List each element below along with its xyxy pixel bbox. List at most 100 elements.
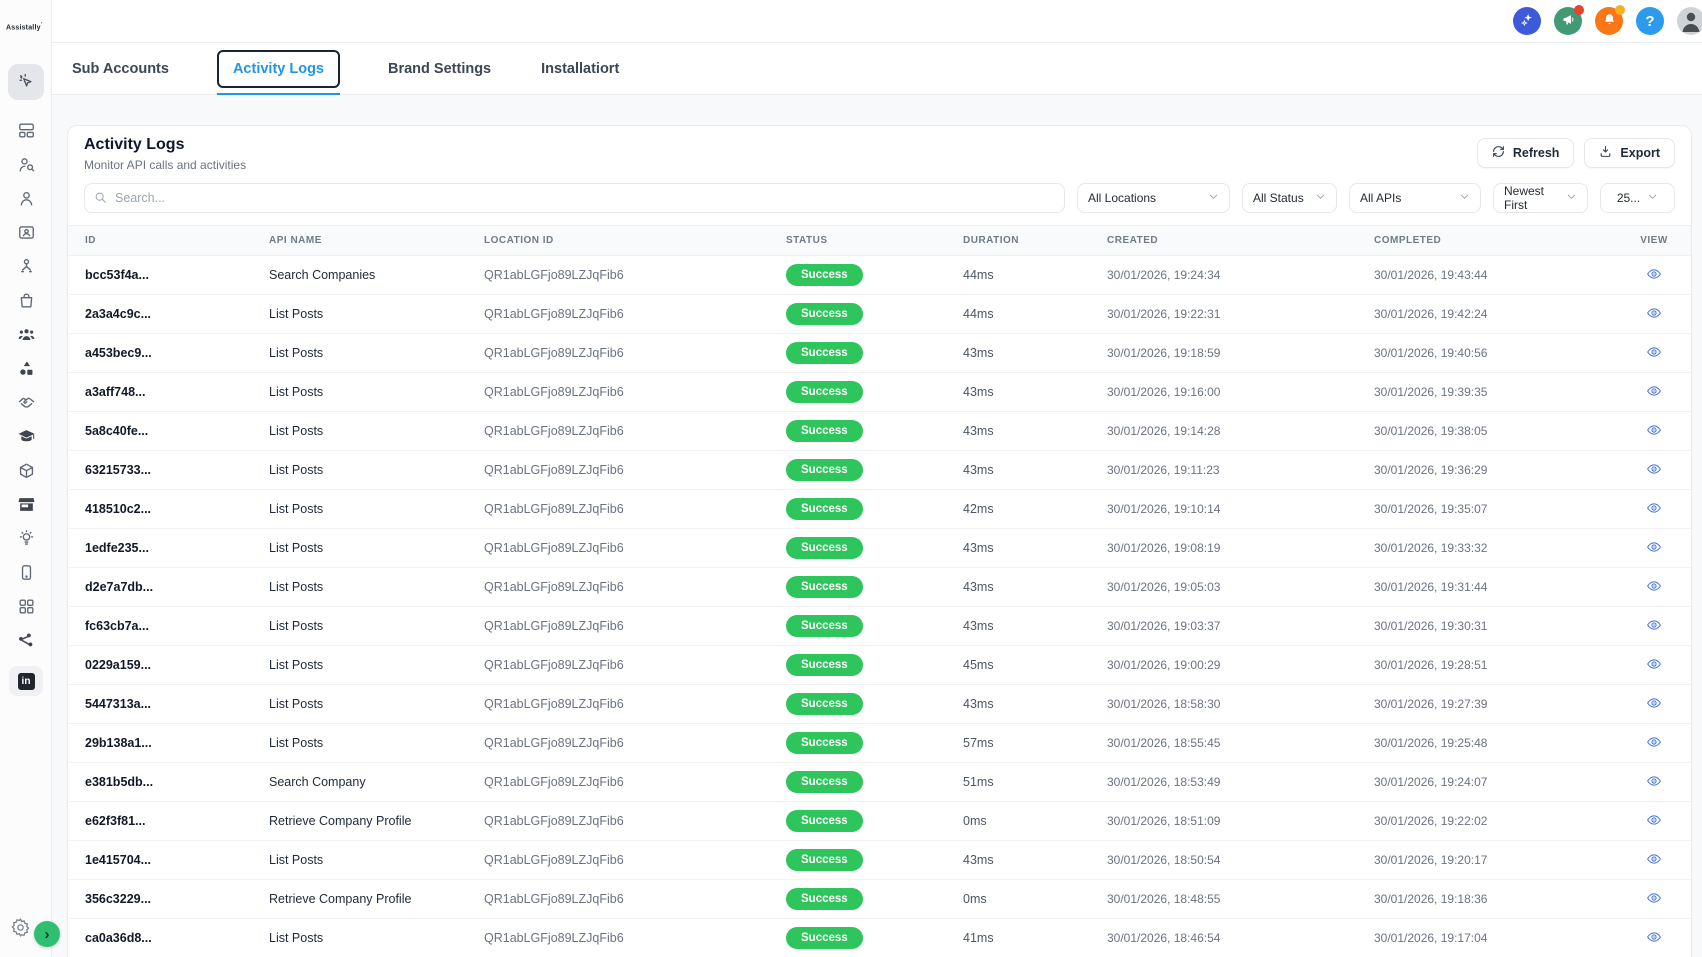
status-badge: Success (786, 576, 863, 598)
export-button[interactable]: Export (1584, 138, 1675, 168)
cell-duration: 43ms (963, 385, 1107, 399)
locations-filter[interactable]: All Locations (1077, 183, 1230, 213)
mobile-device-icon (17, 563, 36, 585)
sidebar-item-graduation-cap[interactable] (10, 428, 42, 448)
refresh-button[interactable]: Refresh (1477, 138, 1575, 168)
cell-api-name: List Posts (269, 346, 484, 360)
view-button[interactable] (1644, 381, 1664, 404)
chevron-down-icon (1647, 191, 1658, 205)
eye-icon (1646, 309, 1662, 324)
view-button[interactable] (1644, 420, 1664, 443)
cell-id: 1e415704... (68, 853, 269, 867)
id-card-icon (17, 223, 36, 245)
view-button[interactable] (1644, 693, 1664, 716)
column-header: API NAME (269, 235, 484, 246)
sidebar-item-user-search[interactable] (10, 156, 42, 176)
settings-button[interactable] (9, 917, 31, 939)
tab-activity-logs[interactable]: Activity Logs (217, 50, 340, 88)
column-header: COMPLETED (1374, 235, 1617, 246)
view-button[interactable] (1644, 342, 1664, 365)
cell-created: 30/01/2026, 18:58:30 (1107, 697, 1374, 711)
view-button[interactable] (1644, 810, 1664, 833)
notifications-button[interactable] (1595, 7, 1623, 35)
cell-id: 29b138a1... (68, 736, 269, 750)
page-size-filter[interactable]: 25... (1600, 183, 1675, 213)
search-input[interactable] (84, 183, 1065, 213)
column-header: VIEW (1617, 235, 1691, 246)
table-row: 418510c2... List Posts QR1abLGFjo89LZJqF… (68, 490, 1691, 529)
page-title: Activity Logs (84, 136, 246, 154)
cell-id: bcc53f4a... (68, 268, 269, 282)
sidebar-item-apps-grid[interactable] (10, 598, 42, 618)
eye-icon (1646, 894, 1662, 909)
view-button[interactable] (1644, 732, 1664, 755)
view-button[interactable] (1644, 576, 1664, 599)
view-button[interactable] (1644, 771, 1664, 794)
sidebar-expand-button[interactable]: › (34, 921, 60, 947)
table-row: ca0a36d8... List Posts QR1abLGFjo89LZJqF… (68, 919, 1691, 957)
view-button[interactable] (1644, 888, 1664, 911)
view-button[interactable] (1644, 849, 1664, 872)
cell-completed: 30/01/2026, 19:31:44 (1374, 580, 1617, 594)
tab-sub-accounts[interactable]: Sub Accounts (70, 57, 171, 81)
sidebar-item-dashboard[interactable] (10, 122, 42, 142)
status-badge: Success (786, 537, 863, 559)
sort-filter[interactable]: Newest First (1493, 183, 1588, 213)
sidebar-item-handshake[interactable] (10, 394, 42, 414)
view-button[interactable] (1644, 498, 1664, 521)
chevron-down-icon (1566, 191, 1577, 205)
user-avatar[interactable] (1677, 7, 1702, 35)
chevron-right-icon: › (45, 926, 50, 943)
sidebar-item-shapes[interactable] (10, 360, 42, 380)
sidebar-item-lightbulb[interactable] (10, 530, 42, 550)
cell-location-id: QR1abLGFjo89LZJqFib6 (484, 346, 786, 360)
sidebar-item-share-nodes[interactable] (10, 632, 42, 652)
view-button[interactable] (1644, 654, 1664, 677)
sidebar-item-person-hierarchy[interactable] (10, 258, 42, 278)
view-button[interactable] (1644, 615, 1664, 638)
cell-id: a3aff748... (68, 385, 269, 399)
status-badge: Success (786, 264, 863, 286)
sidebar-item-shopping-bag[interactable] (10, 292, 42, 312)
shopping-bag-icon (17, 291, 36, 313)
ai-assistant-button[interactable] (1513, 7, 1541, 35)
view-button[interactable] (1644, 459, 1664, 482)
sidebar-item-mobile-device[interactable] (10, 564, 42, 584)
eye-icon (1646, 738, 1662, 753)
cell-completed: 30/01/2026, 19:43:44 (1374, 268, 1617, 282)
view-button[interactable] (1644, 927, 1664, 950)
avatar-person-icon (1679, 8, 1702, 35)
sidebar-item-linkedin[interactable]: in (9, 666, 43, 696)
cell-duration: 0ms (963, 892, 1107, 906)
cell-created: 30/01/2026, 19:03:37 (1107, 619, 1374, 633)
tab-installation[interactable]: Installatiort (539, 57, 621, 81)
sidebar-item-users-group[interactable] (10, 326, 42, 346)
announcements-button[interactable] (1554, 7, 1582, 35)
cell-id: 1edfe235... (68, 541, 269, 555)
cell-created: 30/01/2026, 19:10:14 (1107, 502, 1374, 516)
cell-api-name: List Posts (269, 463, 484, 477)
status-filter[interactable]: All Status (1242, 183, 1337, 213)
sidebar: Assistally' in (0, 0, 52, 957)
cell-created: 30/01/2026, 18:51:09 (1107, 814, 1374, 828)
tab-brand-settings[interactable]: Brand Settings (386, 57, 493, 81)
eye-icon (1646, 504, 1662, 519)
sidebar-item-package-cube[interactable] (10, 462, 42, 482)
sidebar-item-user[interactable] (10, 190, 42, 210)
column-header: CREATED (1107, 235, 1374, 246)
view-button[interactable] (1644, 264, 1664, 287)
sidebar-item-storefront[interactable] (10, 496, 42, 516)
view-button[interactable] (1644, 303, 1664, 326)
cell-api-name: List Posts (269, 502, 484, 516)
cell-location-id: QR1abLGFjo89LZJqFib6 (484, 268, 786, 282)
share-nodes-icon (17, 631, 36, 653)
tab-activity-logs-wrap: Activity Logs (217, 43, 340, 95)
status-badge: Success (786, 498, 863, 520)
apis-filter[interactable]: All APIs (1349, 183, 1481, 213)
help-button[interactable]: ? (1636, 7, 1664, 35)
cell-created: 30/01/2026, 19:22:31 (1107, 307, 1374, 321)
sidebar-item-cursor-click[interactable] (8, 64, 44, 100)
sidebar-item-contact-card[interactable] (10, 224, 42, 244)
cell-id: 2a3a4c9c... (68, 307, 269, 321)
view-button[interactable] (1644, 537, 1664, 560)
